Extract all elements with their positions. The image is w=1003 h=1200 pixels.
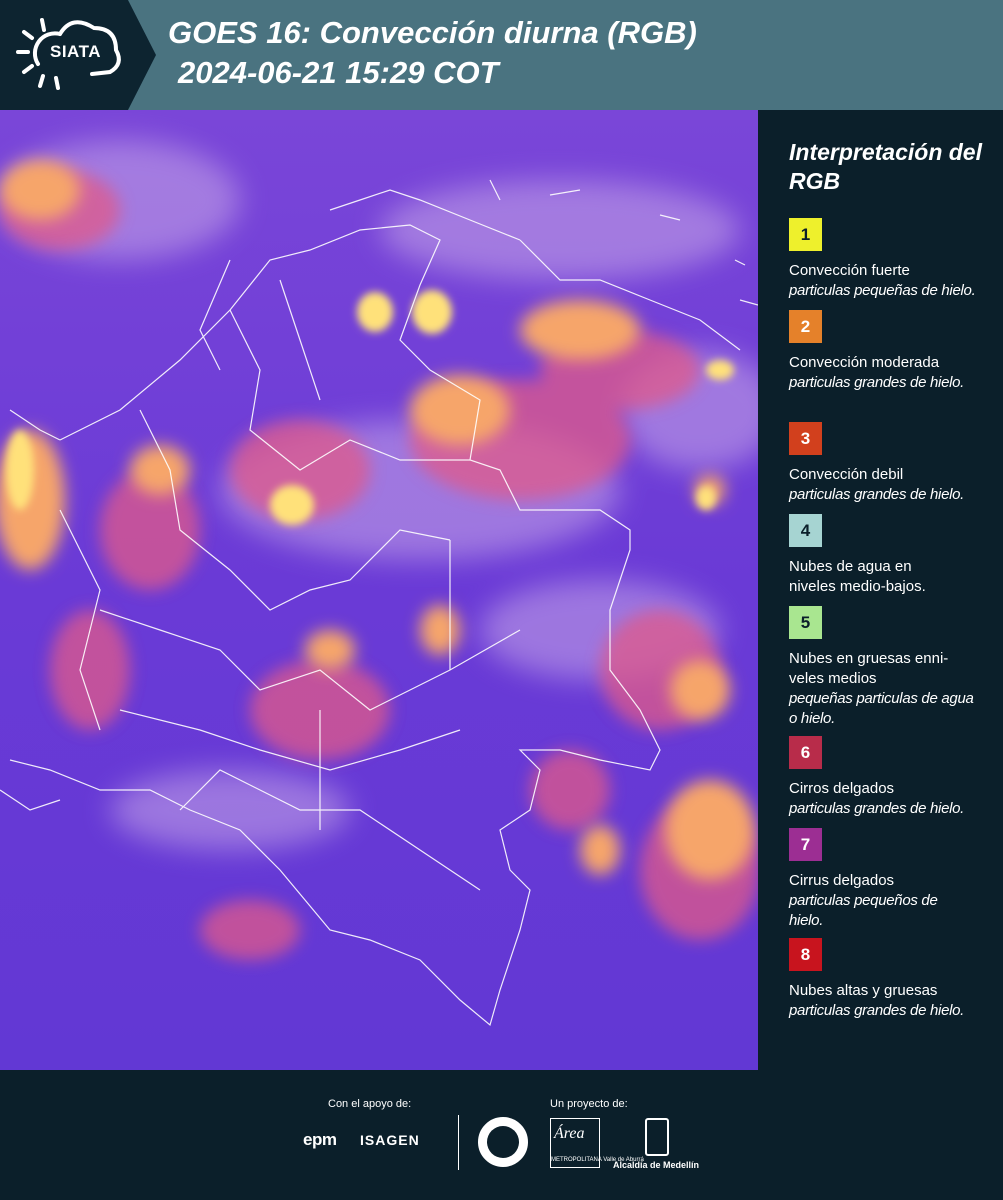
- legend-item-title: Convección moderada: [789, 354, 940, 371]
- legend-item-title: Cirrus delgados: [789, 872, 895, 889]
- legend-swatch: 6: [789, 736, 822, 769]
- alcaldia-crest-icon: [645, 1118, 669, 1156]
- epm-logo: epm: [303, 1130, 337, 1149]
- timestamp: 2024-06-21 15:29 COT: [178, 55, 499, 90]
- satellite-map[interactable]: [0, 110, 758, 1070]
- legend-swatch: 4: [789, 514, 822, 547]
- alcaldia-logo: Alcaldía de Medellín: [613, 1160, 700, 1170]
- legend-item-title: Convección fuerte: [789, 262, 910, 279]
- legend-item-1: 1 Convección fuerte particulas pequeñas …: [789, 218, 999, 301]
- isagen-logo: ISAGEN: [360, 1132, 420, 1148]
- legend-item-7: 7 Cirrus delgados particulas pequeños de…: [789, 828, 999, 931]
- legend-item-subtitle: particulas grandes de hielo.: [789, 800, 965, 817]
- siata-logo: SIATA: [0, 0, 128, 110]
- legend-swatch: 5: [789, 606, 822, 639]
- legend-swatch: 7: [789, 828, 822, 861]
- legend-item-subtitle: pequeñas particulas de agua o hielo.: [789, 690, 974, 727]
- support-label: Con el apoyo de:: [328, 1098, 412, 1110]
- legend-item-2: 2 Convección moderada particulas grandes…: [789, 310, 999, 393]
- legend-item-title: Nubes de agua en niveles medio-bajos.: [789, 558, 926, 595]
- legend-panel: Interpretación del RGB 1 Convección fuer…: [760, 110, 1003, 1070]
- legend-item-8: 8 Nubes altas y gruesas particulas grand…: [789, 938, 999, 1021]
- legend-item-5: 5 Nubes en gruesas enni-veles medios peq…: [789, 606, 999, 729]
- legend-swatch: 8: [789, 938, 822, 971]
- medellin-seal-icon: [478, 1117, 528, 1167]
- legend-item-6: 6 Cirros delgados particulas grandes de …: [789, 736, 999, 819]
- page-title: GOES 16: Convección diurna (RGB): [168, 15, 697, 50]
- header-bar: SIATA GOES 16: Convección diurna (RGB) 2…: [0, 0, 1003, 110]
- legend-item-title: Convección debil: [789, 466, 904, 483]
- legend-item-subtitle: particulas grandes de hielo.: [789, 486, 965, 503]
- legend-item-4: 4 Nubes de agua en niveles medio-bajos.: [789, 514, 999, 597]
- logo-arrow: [128, 0, 156, 110]
- area-logo-text: Área: [554, 1125, 585, 1142]
- legend-swatch: 3: [789, 422, 822, 455]
- legend-swatch: 1: [789, 218, 822, 251]
- legend-item-title: Cirros delgados: [789, 780, 895, 797]
- legend-item-subtitle: particulas grandes de hielo.: [789, 1002, 965, 1019]
- legend-item-subtitle: particulas grandes de hielo.: [789, 374, 965, 391]
- legend-item-subtitle: particulas pequeñas de hielo.: [789, 282, 976, 299]
- footer-divider: [458, 1115, 459, 1170]
- legend-item-subtitle: particulas pequeños de hielo.: [789, 892, 938, 929]
- map-image: [0, 110, 758, 1070]
- footer: Con el apoyo de: Un proyecto de: epm ISA…: [0, 1070, 1003, 1200]
- logo-text: SIATA: [50, 42, 101, 61]
- legend-item-title: Nubes en gruesas enni-veles medios: [789, 650, 949, 687]
- legend-item-3: 3 Convección debil particulas grandes de…: [789, 422, 999, 505]
- legend-swatch: 2: [789, 310, 822, 343]
- project-label: Un proyecto de:: [550, 1098, 628, 1110]
- legend-item-title: Nubes altas y gruesas: [789, 982, 938, 999]
- legend-title: Interpretación del RGB: [789, 139, 982, 194]
